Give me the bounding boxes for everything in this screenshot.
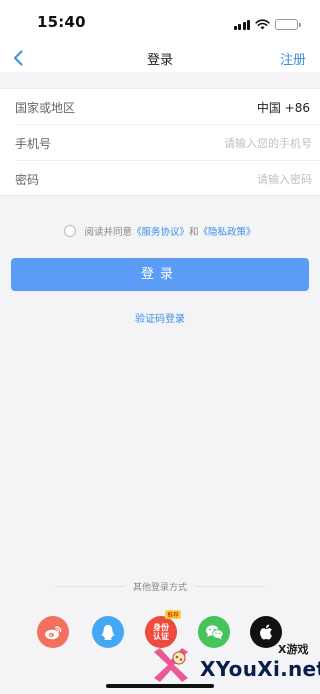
cellular-signal-icon: [233, 19, 250, 30]
password-input[interactable]: [142, 167, 312, 191]
region-label: 国家或地区: [15, 101, 76, 115]
sms-code-login-link[interactable]: 验证码登录: [0, 310, 320, 325]
password-label: 密码: [15, 173, 40, 187]
qq-icon: [102, 624, 114, 640]
home-indicator[interactable]: [106, 684, 214, 688]
agreement-conjunction: 和: [189, 227, 199, 238]
id-auth-text-2: 认证: [153, 632, 169, 641]
region-row[interactable]: 国家或地区 中国 +86: [15, 89, 320, 125]
weibo-icon: [45, 625, 62, 639]
phone-row: 手机号: [15, 125, 320, 161]
phone-input[interactable]: [142, 131, 312, 155]
apple-icon: [259, 624, 272, 640]
service-agreement-link[interactable]: 《服务协议》: [132, 224, 189, 238]
watermark-text: XYouXi.net: [200, 657, 320, 681]
watermark-subtitle: X游戏: [278, 643, 309, 656]
xyouxi-watermark-logo: [154, 648, 188, 682]
login-screen: 15:40 登录 注册 国家或地区 中国 +86 手机号 请输入您的手机号 密码…: [0, 0, 320, 694]
password-row: 密码: [15, 161, 320, 197]
nav-bar: 登录 注册: [0, 44, 320, 72]
register-button[interactable]: 注册: [280, 49, 306, 68]
region-value[interactable]: 中国 +86: [257, 99, 310, 116]
status-bar: 15:40: [0, 0, 320, 44]
agreement-checkbox[interactable]: [64, 225, 77, 237]
id-auth-icon: 身份 认证: [153, 623, 169, 641]
privacy-policy-link[interactable]: 《隐私政策》: [199, 224, 256, 238]
battery-icon: [275, 19, 301, 30]
page-title: 登录: [146, 53, 173, 68]
agreement-prefix: 阅读并同意: [84, 227, 132, 238]
wifi-icon: [255, 15, 270, 34]
other-login-title: 其他登录方式: [0, 580, 320, 593]
weibo-login-button[interactable]: [37, 616, 69, 648]
wechat-login-button[interactable]: [198, 616, 230, 648]
login-form: 国家或地区 中国 +86 手机号 密码: [0, 88, 320, 196]
recommend-badge: 推荐: [164, 610, 181, 619]
wechat-icon: [205, 625, 223, 640]
id-auth-text-1: 身份: [153, 623, 169, 632]
status-icons: [233, 15, 301, 34]
status-time: 15:40: [37, 13, 86, 31]
agreement-line: 阅读并同意 《服务协议》 和 《隐私政策》: [0, 224, 320, 238]
phone-label: 手机号: [15, 137, 52, 151]
qq-login-button[interactable]: [92, 616, 124, 648]
login-button[interactable]: 登录: [11, 258, 309, 291]
